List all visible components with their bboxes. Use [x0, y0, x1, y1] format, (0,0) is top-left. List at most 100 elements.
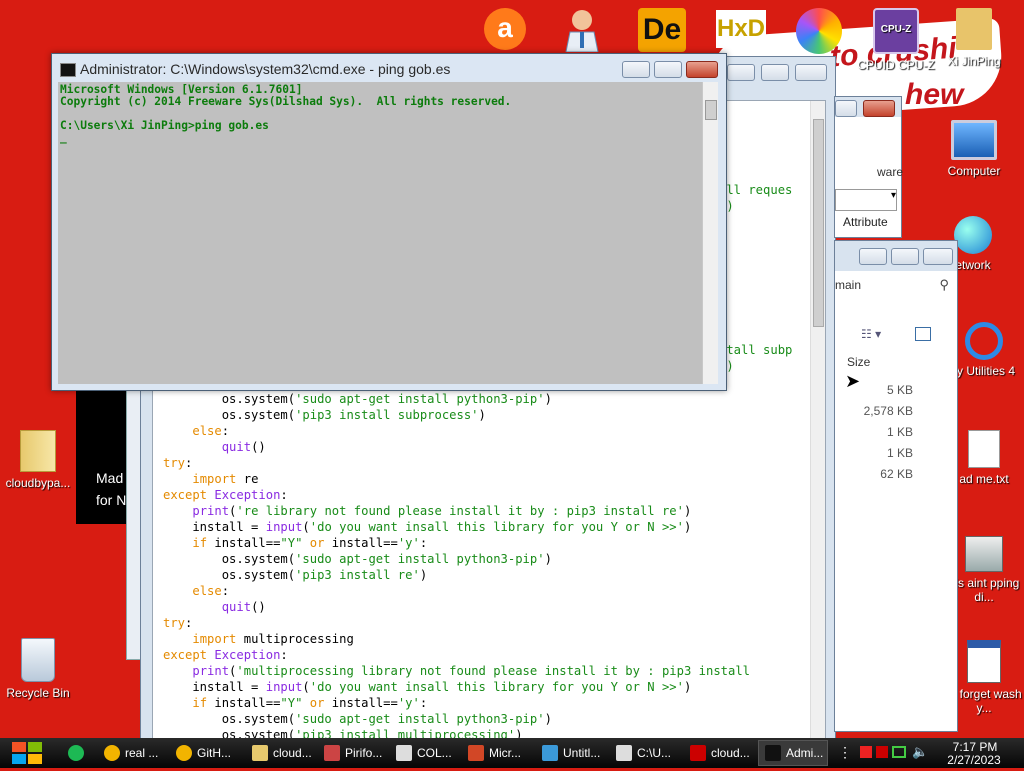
taskbar-item[interactable]: Untitl... [536, 740, 604, 766]
cmd-window[interactable]: Administrator: C:\Windows\system32\cmd.e… [51, 53, 727, 391]
taskbar-item[interactable]: real ... [98, 740, 164, 766]
code-token: quit [221, 440, 252, 454]
tray-more-icon[interactable]: ⋮ [838, 744, 852, 761]
code-line: print('multiprocessing library not found… [163, 664, 750, 678]
minimize-button[interactable] [622, 61, 650, 78]
taskbar-item[interactable]: Micr... [462, 740, 530, 766]
desktop-icon-cpuz[interactable]: CPU-Z CPUID CPU-Z [856, 8, 936, 72]
taskbar-item[interactable]: Admi... [758, 740, 828, 766]
file-size-5: 62 KB [880, 467, 913, 481]
code-token: 'sudo apt-get install python3-pip' [295, 392, 545, 406]
clock-time[interactable]: 7:17 PM [944, 740, 1006, 754]
volume-icon[interactable]: 🔈 [912, 744, 928, 760]
code-token: : [185, 616, 193, 630]
taskbar-item-label: cloud... [273, 746, 312, 760]
hxd-icon[interactable]: HxD [716, 10, 766, 48]
desktop-icon-label: cloudbypa... [5, 476, 71, 490]
explorer-window[interactable]: main ⚲ ☷ ▾ Size 5 KB 2,578 KB 1 KB 1 KB … [834, 240, 958, 732]
scrollbar-thumb[interactable] [705, 100, 717, 120]
taskbar-item[interactable]: cloud... [246, 740, 312, 766]
cmd-console[interactable]: Microsoft Windows [Version 6.1.7601] Cop… [58, 82, 706, 384]
cmd-line: C:\Users\Xi JinPing>ping gob.es [60, 119, 269, 132]
scrollbar-thumb[interactable] [813, 119, 824, 327]
minimize-button[interactable] [835, 100, 857, 117]
code-token: ) [419, 568, 428, 582]
taskbar-item[interactable]: GitH... [170, 740, 240, 766]
code-line: quit() [163, 440, 266, 454]
attribute-column-header[interactable]: Attribute [843, 215, 888, 229]
code-token: else [192, 584, 222, 598]
desktop-icon-xijinping[interactable]: Xi JinPing [934, 8, 1014, 68]
maximize-button[interactable] [654, 61, 682, 78]
code-text[interactable]: os.system('sudo apt-get install python3-… [163, 391, 750, 741]
code-token: import [192, 472, 237, 486]
code-token: : [419, 536, 428, 550]
close-button[interactable] [863, 100, 895, 117]
view-options-icon[interactable]: ☷ ▾ [861, 327, 881, 341]
close-button[interactable] [923, 248, 953, 265]
code-line: except Exception: [163, 648, 288, 662]
de-app-icon[interactable]: De [638, 8, 686, 52]
start-button[interactable] [8, 740, 48, 766]
code-token: else [192, 424, 222, 438]
code-token: ) [683, 520, 692, 534]
editor-vertical-scrollbar[interactable] [810, 101, 825, 741]
code-token: ) [544, 712, 552, 726]
search-input[interactable]: main [835, 275, 953, 295]
desktop-icon-recycle[interactable]: Recycle Bin [0, 638, 78, 700]
taskbar-item[interactable]: C:\U... [610, 740, 678, 766]
minimize-button[interactable] [727, 64, 755, 81]
close-button[interactable] [686, 61, 718, 78]
taskbar-item[interactable] [62, 740, 92, 766]
code-token: 'pip3 install re' [295, 568, 420, 582]
desktop-icon-computer[interactable]: Computer [934, 120, 1014, 178]
spotify-icon [68, 745, 84, 761]
code-token: Exception [214, 488, 281, 502]
preview-pane-icon[interactable] [915, 327, 931, 341]
clock-date[interactable]: 2/27/2023 [938, 753, 1010, 767]
cmd-app-icon [60, 63, 76, 77]
chrome-icon [176, 745, 192, 761]
maximize-button[interactable] [761, 64, 789, 81]
taskbar-item[interactable]: cloud... [684, 740, 752, 766]
desktop-icon-label: ad me.txt [959, 472, 1009, 486]
taskbar-item-label: Micr... [489, 746, 521, 760]
black-panel-text-2: for N [96, 492, 127, 508]
taskbar-item[interactable]: COL... [390, 740, 456, 766]
size-column-header[interactable]: Size [847, 355, 870, 369]
desktop-icon-label: Recycle Bin [6, 686, 70, 700]
explorer-back-window[interactable]: ware ▾ Attribute [834, 96, 903, 238]
close-button[interactable] [795, 64, 827, 81]
code-line: os.system('pip3 install subprocess') [163, 408, 486, 422]
doctor-icon[interactable] [560, 6, 604, 53]
taskbar-item[interactable]: Pirifo... [318, 740, 384, 766]
code-token: : [280, 488, 288, 502]
search-icon[interactable]: ⚲ [939, 277, 949, 293]
red-status-icon[interactable] [876, 746, 888, 758]
maximize-button[interactable] [891, 248, 919, 265]
avast-icon[interactable]: a [484, 8, 526, 50]
code-token: except [163, 488, 215, 502]
code-token: input [265, 520, 303, 534]
code-token: quit [221, 600, 252, 614]
desktop-icon-cloudbypa[interactable]: cloudbypa... [0, 430, 78, 490]
code-line: install = input('do you want insall this… [163, 520, 691, 534]
flag-icon[interactable] [860, 746, 872, 758]
dropdown-select[interactable]: ▾ [835, 189, 897, 211]
code-token: () [251, 600, 266, 614]
computer-icon [951, 120, 997, 160]
network-tray-icon[interactable] [892, 746, 906, 758]
code-line: try: [163, 456, 192, 470]
code-line: os.system('pip3 install re') [163, 568, 427, 582]
colorful-app-icon[interactable] [796, 8, 842, 54]
code-token: 're library not found please install it … [236, 504, 684, 518]
code-token: input [265, 680, 303, 694]
file-size-2: 2,578 KB [863, 404, 913, 418]
cmd-vertical-scrollbar[interactable] [702, 82, 718, 384]
code-line: quit() [163, 600, 266, 614]
desktop-icon-label: his aint pping di... [948, 576, 1020, 604]
minimize-button[interactable] [859, 248, 887, 265]
